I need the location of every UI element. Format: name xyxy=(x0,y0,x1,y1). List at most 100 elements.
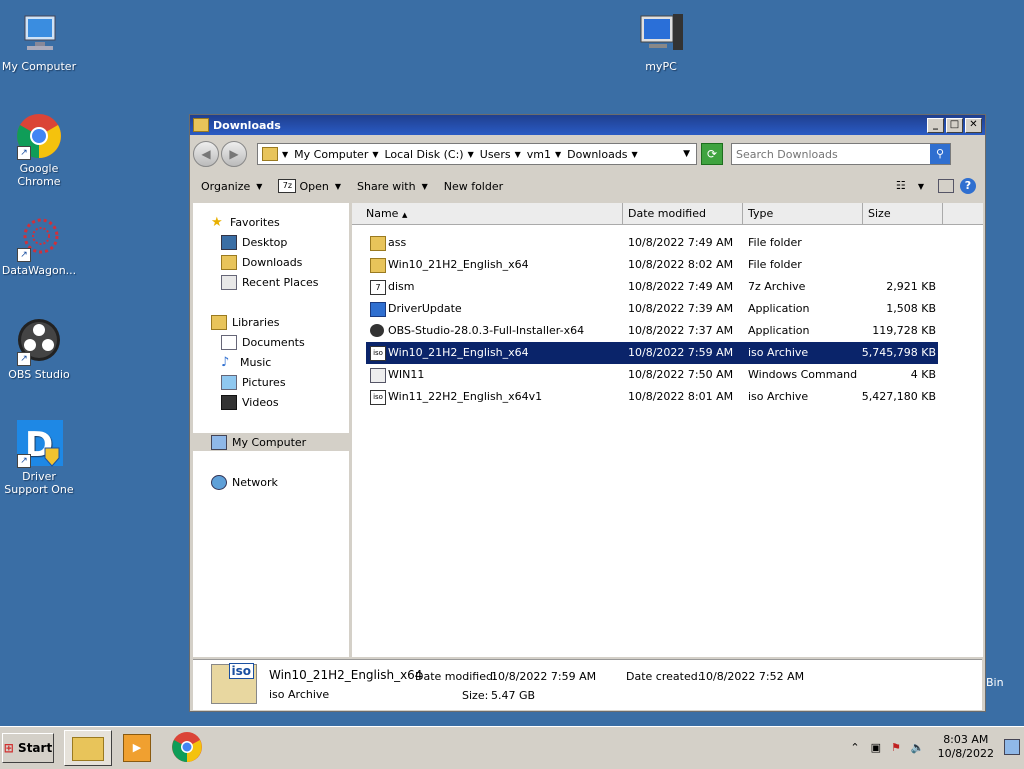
file-date: 10/8/2022 7:49 AM xyxy=(628,236,734,249)
desktop-icon-obs-studio[interactable]: ↗ OBS Studio xyxy=(0,318,78,381)
file-row[interactable]: WIN11 10/8/2022 7:50 AM Windows Command … xyxy=(366,364,938,386)
address-bar[interactable]: ▼ My Computer ▼ Local Disk (C:) ▼ Users ▼ v… xyxy=(257,143,697,165)
open-button[interactable]: 7z Open ▼ xyxy=(278,179,341,193)
address-row: ◀ ▶ ▼ My Computer ▼ Local Disk (C:) ▼ User… xyxy=(193,139,982,169)
desktop-icon-driver-support[interactable]: D ↗ Driver Support One xyxy=(0,420,78,496)
column-header-name[interactable]: Name ▲ xyxy=(352,203,623,225)
file-row[interactable]: Win10_21H2_English_x64 10/8/2022 8:02 AM… xyxy=(366,254,938,276)
minimize-button[interactable]: _ xyxy=(927,117,944,133)
nav-network[interactable]: Network xyxy=(211,473,278,491)
help-icon[interactable]: ? xyxy=(960,178,976,194)
view-options-icon[interactable]: ☷ xyxy=(896,179,912,193)
file-type: Windows Command ... xyxy=(748,368,860,381)
network-icon xyxy=(211,474,227,490)
details-created-value: 10/8/2022 7:52 AM xyxy=(699,670,805,683)
maximize-button[interactable]: □ xyxy=(946,117,963,133)
desktop-icon-google-chrome[interactable]: ↗ Google Chrome xyxy=(0,112,78,188)
command-bar: Organize ▼ 7z Open ▼ Share with ▼ New folder… xyxy=(193,173,982,199)
nav-favorites[interactable]: ★ Favorites xyxy=(211,213,280,231)
search-input[interactable] xyxy=(732,146,930,162)
shortcut-arrow-icon: ↗ xyxy=(17,146,31,160)
desktop-icon-mypc[interactable]: myPC xyxy=(622,10,700,73)
folder-icon xyxy=(262,147,278,161)
share-with-button[interactable]: Share with ▼ xyxy=(357,180,428,193)
breadcrumb-item[interactable]: Users xyxy=(480,148,511,161)
nav-label: Recent Places xyxy=(242,275,319,289)
clock[interactable]: 8:03 AM 10/8/2022 xyxy=(938,733,994,761)
organize-label: Organize xyxy=(201,179,251,193)
breadcrumb-item[interactable]: Local Disk (C:) xyxy=(385,148,464,161)
chevron-down-icon[interactable]: ▼ xyxy=(335,182,341,191)
details-file-name: Win10_21H2_English_x64 xyxy=(269,668,423,682)
desktop-icon-label: DataWagon... xyxy=(1,264,77,277)
nav-pictures[interactable]: Pictures xyxy=(221,373,286,391)
desktop-icon-datawagon[interactable]: ↗ DataWagon... xyxy=(0,214,78,277)
breadcrumb-item[interactable]: Downloads xyxy=(567,148,627,161)
file-date: 10/8/2022 8:02 AM xyxy=(628,258,734,271)
organize-button[interactable]: Organize ▼ xyxy=(201,180,262,193)
network-tray-icon[interactable]: ▣ xyxy=(871,741,881,754)
search-icon[interactable]: ⚲ xyxy=(930,144,950,164)
nav-my-computer[interactable]: My Computer xyxy=(193,433,349,451)
show-hidden-icons-icon[interactable]: ⌃ xyxy=(850,741,859,754)
column-label: Size xyxy=(868,207,891,220)
taskbar-media-player-button[interactable]: ▶ xyxy=(114,730,160,764)
file-type: 7z Archive xyxy=(748,280,806,293)
pictures-icon xyxy=(221,374,237,390)
file-date: 10/8/2022 8:01 AM xyxy=(628,390,734,403)
file-date: 10/8/2022 7:37 AM xyxy=(628,324,734,337)
details-pane: iso Win10_21H2_English_x64 iso Archive D… xyxy=(193,659,982,710)
column-header-type[interactable]: Type xyxy=(743,203,863,225)
desktop-icon-my-computer[interactable]: My Computer xyxy=(0,10,78,73)
file-row-selected[interactable]: iso Win10_21H2_English_x64 10/8/2022 7:5… xyxy=(366,342,938,364)
volume-icon[interactable]: 🔈 xyxy=(911,741,925,754)
desktop-icon xyxy=(221,234,237,250)
start-button[interactable]: ⊞ Start xyxy=(2,733,54,763)
file-row[interactable]: OBS-Studio-28.0.3-Full-Installer-x64 10/… xyxy=(366,320,938,342)
nav-downloads[interactable]: Downloads xyxy=(221,253,302,271)
file-size: 1,508 KB xyxy=(886,302,936,315)
taskbar-chrome-button[interactable] xyxy=(164,730,210,764)
nav-desktop[interactable]: Desktop xyxy=(221,233,287,251)
shortcut-arrow-icon: ↗ xyxy=(17,454,31,468)
back-button[interactable]: ◀ xyxy=(193,141,219,167)
preview-pane-icon[interactable] xyxy=(938,179,954,193)
column-header-date[interactable]: Date modified xyxy=(623,203,743,225)
command-script-icon xyxy=(370,368,386,383)
nav-music[interactable]: ♪ Music xyxy=(221,353,271,371)
file-type: File folder xyxy=(748,236,802,249)
action-center-icon[interactable]: ⚑ xyxy=(891,741,901,754)
file-row[interactable]: 7 dism 10/8/2022 7:49 AM 7z Archive 2,92… xyxy=(366,276,938,298)
nav-documents[interactable]: Documents xyxy=(221,333,305,351)
breadcrumb-item[interactable]: My Computer xyxy=(294,148,368,161)
nav-label: Documents xyxy=(242,335,305,349)
title-bar[interactable]: Downloads _ □ ✕ xyxy=(190,115,985,135)
refresh-button[interactable]: ⟳ xyxy=(701,143,723,165)
show-desktop-button[interactable] xyxy=(1004,739,1020,755)
recycle-bin-label[interactable]: Bin xyxy=(986,676,1004,689)
close-button[interactable]: ✕ xyxy=(965,117,982,133)
taskbar-explorer-button[interactable] xyxy=(64,730,112,766)
chevron-down-icon[interactable]: ▼ xyxy=(918,182,924,191)
share-label: Share with xyxy=(356,179,416,193)
nav-label: Downloads xyxy=(242,255,303,269)
file-list: Name ▲ Date modified Type Size ass 10/8/… xyxy=(352,203,983,657)
file-row[interactable]: DriverUpdate 10/8/2022 7:39 AM Applicati… xyxy=(366,298,938,320)
file-row[interactable]: iso Win11_22H2_English_x64v1 10/8/2022 8… xyxy=(366,386,938,408)
explorer-window: Downloads _ □ ✕ ◀ ▶ ▼ My Computer ▼ Local… xyxy=(189,114,986,712)
nav-recent-places[interactable]: Recent Places xyxy=(221,273,319,291)
forward-button[interactable]: ▶ xyxy=(221,141,247,167)
nav-label: Desktop xyxy=(242,235,288,249)
documents-icon xyxy=(221,334,237,350)
nav-videos[interactable]: Videos xyxy=(221,393,279,411)
obs-icon: ↗ xyxy=(15,318,63,366)
file-row[interactable]: ass 10/8/2022 7:49 AM File folder xyxy=(366,232,938,254)
breadcrumb-item[interactable]: vm1 xyxy=(527,148,551,161)
new-folder-button[interactable]: New folder xyxy=(444,180,503,193)
iso-archive-icon: iso xyxy=(370,346,386,361)
folder-icon xyxy=(72,737,104,761)
column-header-size[interactable]: Size xyxy=(863,203,943,225)
nav-libraries[interactable]: Libraries xyxy=(211,313,280,331)
address-dropdown-icon[interactable]: ▼ xyxy=(683,149,690,159)
chevron-down-icon: ▼ xyxy=(256,181,263,191)
